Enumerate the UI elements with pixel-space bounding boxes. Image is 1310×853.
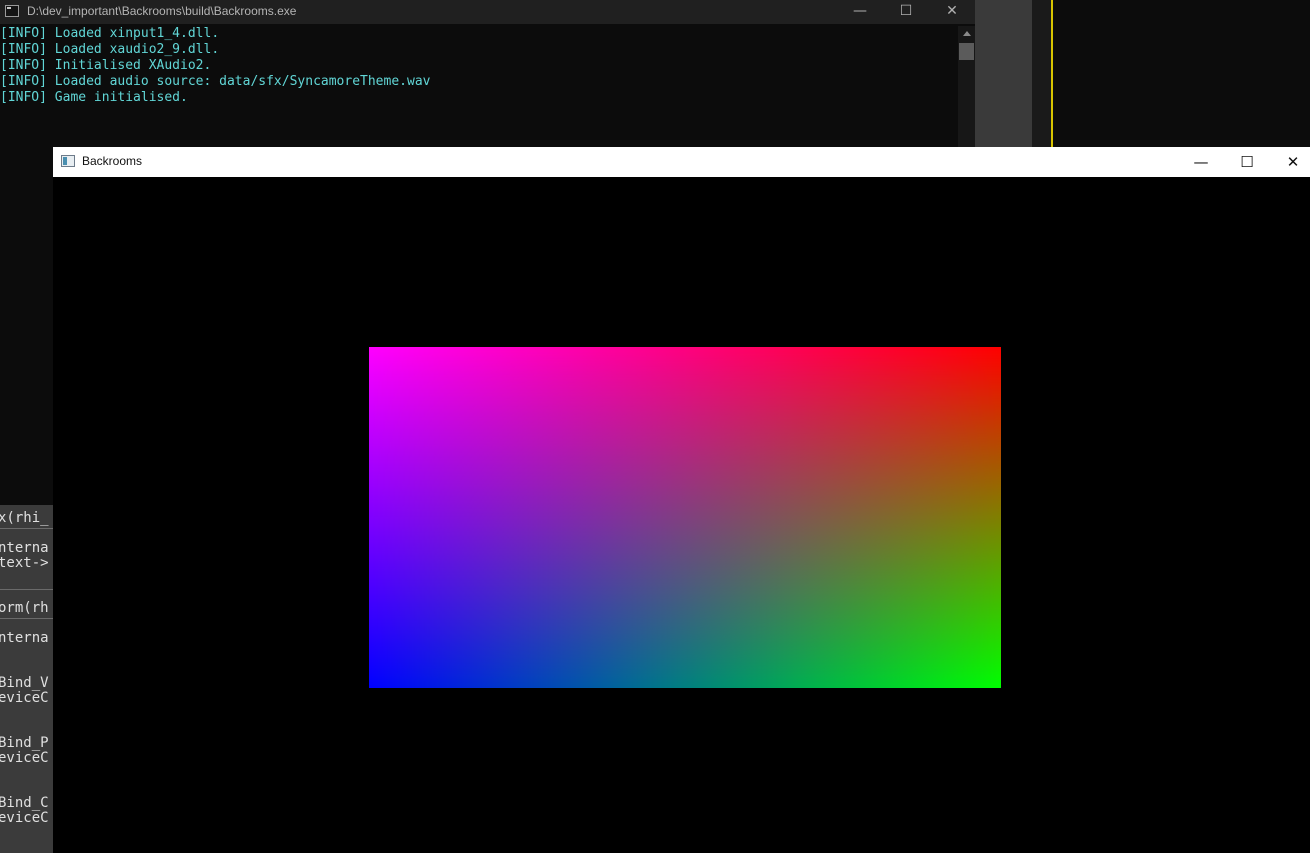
code-fragment: nterna	[0, 540, 49, 556]
console-maximize-button[interactable]: ☐	[883, 0, 929, 24]
game-minimize-button[interactable]: —	[1178, 147, 1224, 177]
game-window[interactable]: Backrooms — ☐ ✕	[53, 147, 1310, 853]
log-line: [INFO] Loaded audio source: data/sfx/Syn…	[0, 74, 431, 89]
game-close-button[interactable]: ✕	[1270, 147, 1310, 177]
code-fragment: text->	[0, 555, 49, 571]
code-fragment: Bind_C	[0, 795, 49, 811]
code-fragment: Bind_V	[0, 675, 49, 691]
editor-divider	[0, 618, 53, 619]
background-panel	[975, 0, 1032, 147]
game-titlebar[interactable]: Backrooms — ☐ ✕	[53, 147, 1310, 177]
rendered-gradient-quad	[369, 347, 1001, 688]
console-minimize-button[interactable]: —	[837, 0, 883, 24]
code-fragment: eviceC	[0, 750, 49, 766]
background-code-editor: x(rhi_ nterna text-> orm(rh nterna Bind_…	[0, 505, 53, 853]
game-render-viewport[interactable]	[53, 177, 1310, 853]
log-line: [INFO] Loaded xinput1_4.dll.	[0, 26, 220, 41]
log-line: [INFO] Loaded xaudio2_9.dll.	[0, 42, 220, 57]
code-fragment: eviceC	[0, 690, 49, 706]
code-fragment: nterna	[0, 630, 49, 646]
editor-divider	[0, 528, 53, 529]
log-line: [INFO] Game initialised.	[0, 90, 188, 105]
console-close-button[interactable]: ✕	[929, 0, 975, 24]
scrollbar-thumb[interactable]	[959, 43, 974, 60]
game-window-title: Backrooms	[82, 154, 143, 168]
code-fragment: Bind_P	[0, 735, 49, 751]
console-titlebar[interactable]: D:\dev_important\Backrooms\build\Backroo…	[0, 0, 975, 24]
code-fragment: x(rhi_	[0, 510, 49, 526]
game-maximize-button[interactable]: ☐	[1224, 147, 1270, 177]
background-panel	[1053, 0, 1310, 147]
code-fragment: orm(rh	[0, 600, 49, 616]
game-app-icon[interactable]	[61, 155, 75, 167]
code-fragment: eviceC	[0, 810, 49, 826]
log-line: [INFO] Initialised XAudio2.	[0, 58, 212, 73]
editor-divider	[0, 589, 53, 590]
background-panel	[1032, 0, 1052, 147]
console-app-icon[interactable]	[5, 5, 19, 17]
scroll-up-arrow-icon[interactable]	[963, 31, 971, 36]
console-window-title: D:\dev_important\Backrooms\build\Backroo…	[27, 4, 297, 18]
